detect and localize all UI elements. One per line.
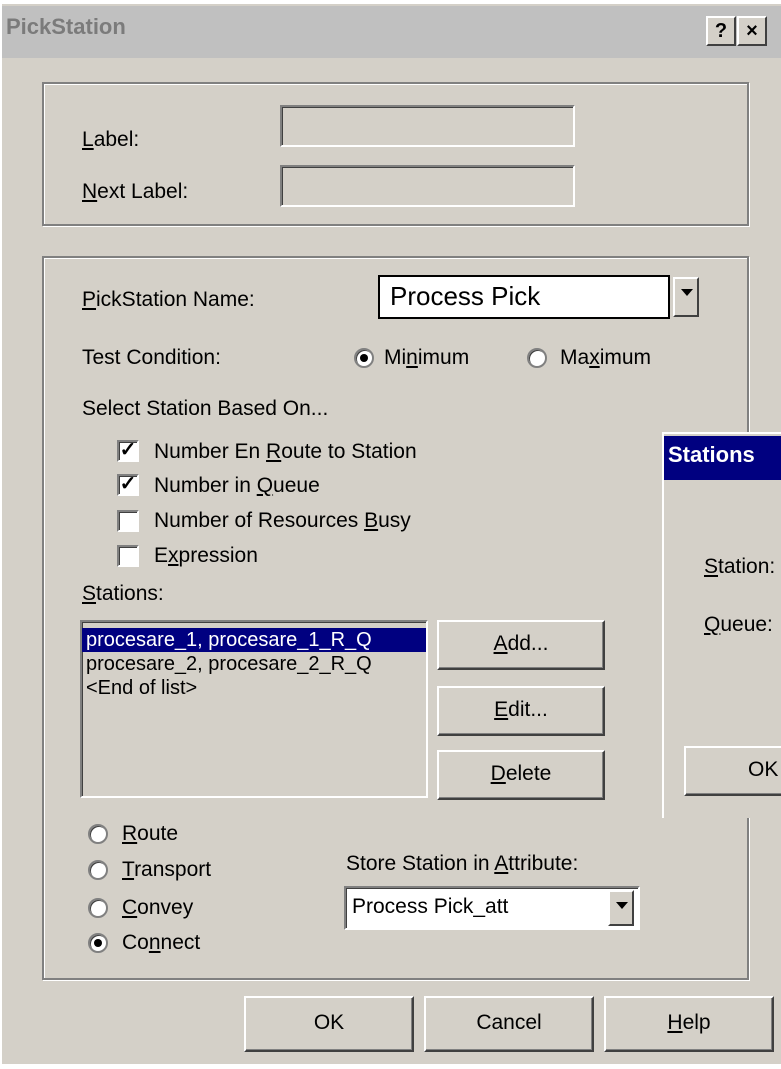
minimum-label: Minimum <box>384 346 470 369</box>
maximum-radio[interactable] <box>527 348 547 368</box>
minimum-radio[interactable] <box>354 348 374 368</box>
help-icon[interactable]: ? <box>706 16 736 46</box>
next-label-caption: Next Label: <box>82 180 189 203</box>
stations-listbox[interactable]: procesare_1, procesare_1_R_Q procesare_2… <box>80 620 428 798</box>
connect-label: Connect <box>122 931 201 954</box>
ok-button[interactable]: OK <box>244 996 414 1052</box>
label-caption: Label: <box>82 128 140 151</box>
pickstation-name-label: PickStation Name: <box>82 288 255 311</box>
add-button[interactable]: Add... <box>437 620 605 670</box>
en-route-checkbox[interactable]: ✓ <box>117 440 139 462</box>
select-based-on-label: Select Station Based On... <box>82 397 329 420</box>
cancel-button[interactable]: Cancel <box>424 996 594 1052</box>
stations-subdialog-title: Stations <box>668 442 755 467</box>
subdialog-queue-label: Queue: <box>704 613 773 636</box>
connect-radio[interactable] <box>88 933 108 953</box>
store-attribute-label: Store Station in Attribute: <box>346 852 579 875</box>
close-icon[interactable]: × <box>737 16 767 46</box>
pickstation-name-dropdown-icon[interactable] <box>673 277 699 317</box>
delete-button[interactable]: Delete <box>437 750 605 800</box>
pickstation-name-input[interactable]: Process Pick <box>378 275 670 319</box>
convey-radio[interactable] <box>88 898 108 918</box>
store-attribute-dropdown-icon[interactable] <box>608 890 634 926</box>
expression-checkbox[interactable] <box>117 545 139 567</box>
station-row-1[interactable]: procesare_1, procesare_1_R_Q <box>82 628 426 652</box>
transport-radio[interactable] <box>88 860 108 880</box>
edit-button[interactable]: Edit... <box>437 686 605 736</box>
expression-label: Expression <box>154 544 258 567</box>
station-row-2[interactable]: procesare_2, procesare_2_R_Q <box>82 652 426 676</box>
help-button[interactable]: Help <box>604 996 774 1052</box>
subdialog-ok-button[interactable]: OK <box>684 746 781 796</box>
resources-busy-checkbox[interactable] <box>117 510 139 532</box>
subdialog-station-label: Station: <box>704 555 776 578</box>
route-radio[interactable] <box>88 824 108 844</box>
maximum-label: Maximum <box>560 346 652 369</box>
station-row-end[interactable]: <End of list> <box>82 676 426 700</box>
en-route-label: Number En Route to Station <box>154 440 417 463</box>
resources-busy-label: Number of Resources Busy <box>154 509 411 532</box>
in-queue-label: Number in Queue <box>154 474 320 497</box>
store-attribute-select[interactable]: Process Pick_att <box>344 886 640 930</box>
window-title: PickStation <box>6 14 126 39</box>
route-label: Route <box>122 822 179 845</box>
transport-label: Transport <box>122 858 212 881</box>
in-queue-checkbox[interactable]: ✓ <box>117 474 139 496</box>
next-label-field[interactable] <box>280 165 575 207</box>
stations-label: Stations: <box>82 582 164 605</box>
test-condition-label: Test Condition: <box>82 346 221 369</box>
label-field[interactable] <box>280 105 575 147</box>
convey-label: Convey <box>122 896 194 919</box>
